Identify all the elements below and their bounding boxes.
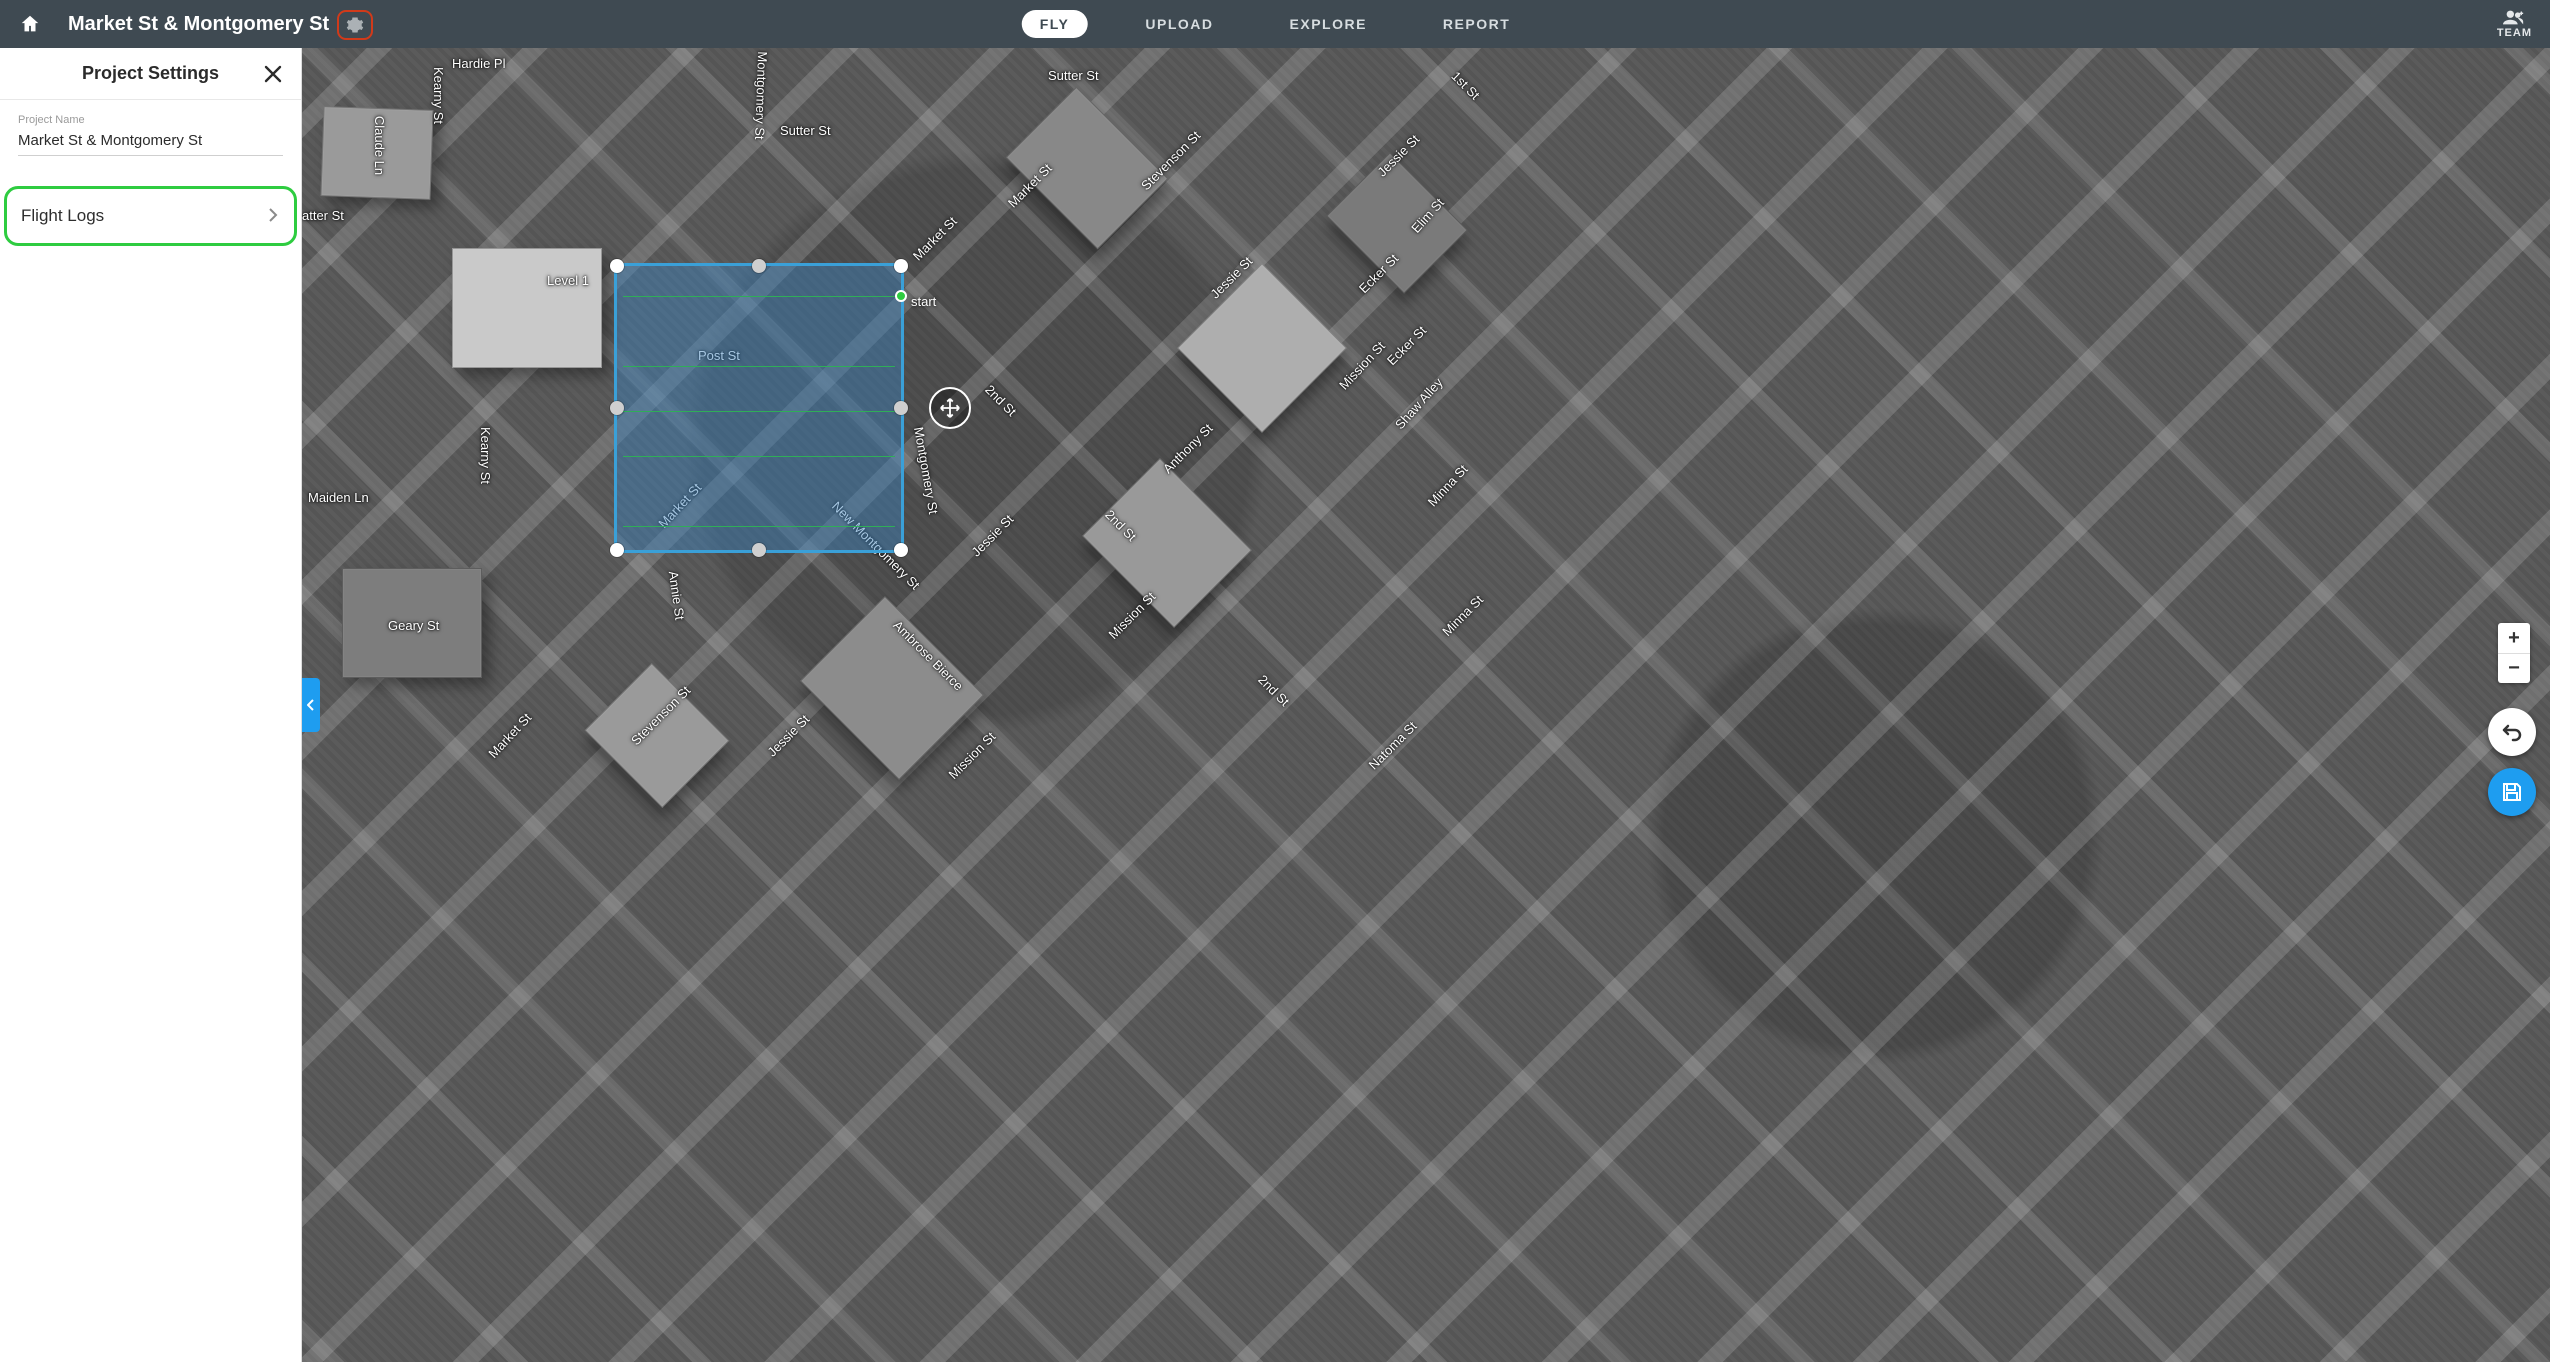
resize-handle-n[interactable] xyxy=(752,259,766,273)
flight-start-label: start xyxy=(911,294,936,309)
flight-region[interactable]: start xyxy=(614,263,904,553)
move-icon xyxy=(939,397,961,419)
save-button[interactable] xyxy=(2488,768,2536,816)
chevron-left-icon xyxy=(307,699,315,711)
flight-logs-label: Flight Logs xyxy=(21,206,104,226)
zoom-out-button[interactable]: − xyxy=(2498,653,2530,683)
team-label: TEAM xyxy=(2497,27,2532,39)
resize-handle-s[interactable] xyxy=(752,543,766,557)
tab-fly[interactable]: FLY xyxy=(1022,10,1088,38)
flight-path-line xyxy=(623,411,895,412)
save-icon xyxy=(2500,780,2524,804)
settings-sidebar: Project Settings Project Name Flight Log… xyxy=(0,48,302,1362)
close-icon xyxy=(263,64,283,84)
flight-path-line xyxy=(623,296,895,297)
roof-shape xyxy=(342,568,482,678)
resize-handle-ne[interactable] xyxy=(894,259,908,273)
sidebar-title: Project Settings xyxy=(82,63,219,84)
close-button[interactable] xyxy=(259,60,287,88)
resize-handle-nw[interactable] xyxy=(610,259,624,273)
resize-handle-sw[interactable] xyxy=(610,543,624,557)
project-name-input[interactable] xyxy=(18,128,283,156)
tab-explore[interactable]: EXPLORE xyxy=(1272,10,1385,38)
map-canvas[interactable]: Hardie Pl Kearny St Claude Ln atter St K… xyxy=(302,48,2550,1362)
undo-icon xyxy=(2500,720,2524,744)
tab-upload[interactable]: UPLOAD xyxy=(1127,10,1231,38)
flight-path-line xyxy=(623,456,895,457)
zoom-in-button[interactable]: + xyxy=(2498,623,2530,653)
gear-icon xyxy=(346,16,364,34)
project-name-label: Project Name xyxy=(18,114,283,126)
resize-handle-se[interactable] xyxy=(894,543,908,557)
team-icon xyxy=(2503,9,2525,25)
rotate-handle[interactable] xyxy=(929,387,971,429)
resize-handle-w[interactable] xyxy=(610,401,624,415)
sidebar-header: Project Settings xyxy=(0,48,301,100)
home-icon xyxy=(19,13,41,35)
tab-report[interactable]: REPORT xyxy=(1425,10,1528,38)
project-title: Market St & Montgomery St xyxy=(68,9,373,39)
flight-path-line xyxy=(623,366,895,367)
undo-button[interactable] xyxy=(2488,708,2536,756)
resize-handle-e[interactable] xyxy=(894,401,908,415)
project-title-text: Market St & Montgomery St xyxy=(68,13,329,36)
chevron-right-icon xyxy=(268,206,278,227)
nav-tabs: FLY UPLOAD EXPLORE REPORT xyxy=(1022,10,1529,38)
project-name-field: Project Name xyxy=(0,100,301,162)
home-button[interactable] xyxy=(0,0,60,48)
settings-button[interactable] xyxy=(337,10,373,40)
collapse-sidebar-button[interactable] xyxy=(302,678,320,732)
team-button[interactable]: TEAM xyxy=(2491,5,2538,43)
flight-logs-item[interactable]: Flight Logs xyxy=(4,186,297,246)
top-bar: Market St & Montgomery St FLY UPLOAD EXP… xyxy=(0,0,2550,48)
flight-path-line xyxy=(623,526,895,527)
roof-shape xyxy=(320,106,433,200)
flight-start-point[interactable] xyxy=(895,290,907,302)
roof-shape xyxy=(452,248,602,368)
main-area: Project Settings Project Name Flight Log… xyxy=(0,48,2550,1362)
zoom-control: + − xyxy=(2498,623,2530,683)
